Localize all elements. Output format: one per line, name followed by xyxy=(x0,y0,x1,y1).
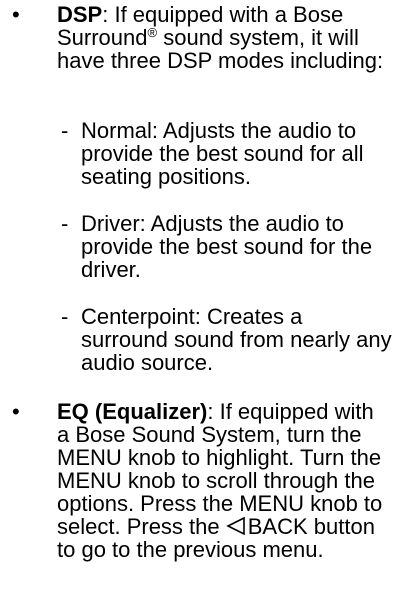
dash-normal: - xyxy=(61,118,69,143)
dsp-mode-driver: Driver: Adjusts the audio to provide the… xyxy=(81,211,373,282)
dsp-paragraph: DSP: If equipped with a Bose Surround® s… xyxy=(57,3,392,72)
back-triangle-icon xyxy=(225,516,246,536)
eq-paragraph: EQ (Equalizer): If equipped with a Bose … xyxy=(57,400,392,561)
dsp-mode-normal: Normal: Adjusts the audio to provide the… xyxy=(81,118,364,189)
eq-term: EQ (Equalizer) xyxy=(57,399,208,424)
bullet-dsp: • xyxy=(12,2,20,27)
dsp-mode-centerpoint: Centerpoint: Creates a surround sound fr… xyxy=(81,304,392,375)
bullet-eq: • xyxy=(12,399,20,424)
registered-mark: ® xyxy=(147,25,158,40)
manual-page: • DSP: If equipped with a Bose Surround®… xyxy=(0,0,400,603)
dsp-term: DSP xyxy=(57,2,103,27)
dash-centerpoint: - xyxy=(61,304,69,329)
dash-driver: - xyxy=(61,211,69,236)
